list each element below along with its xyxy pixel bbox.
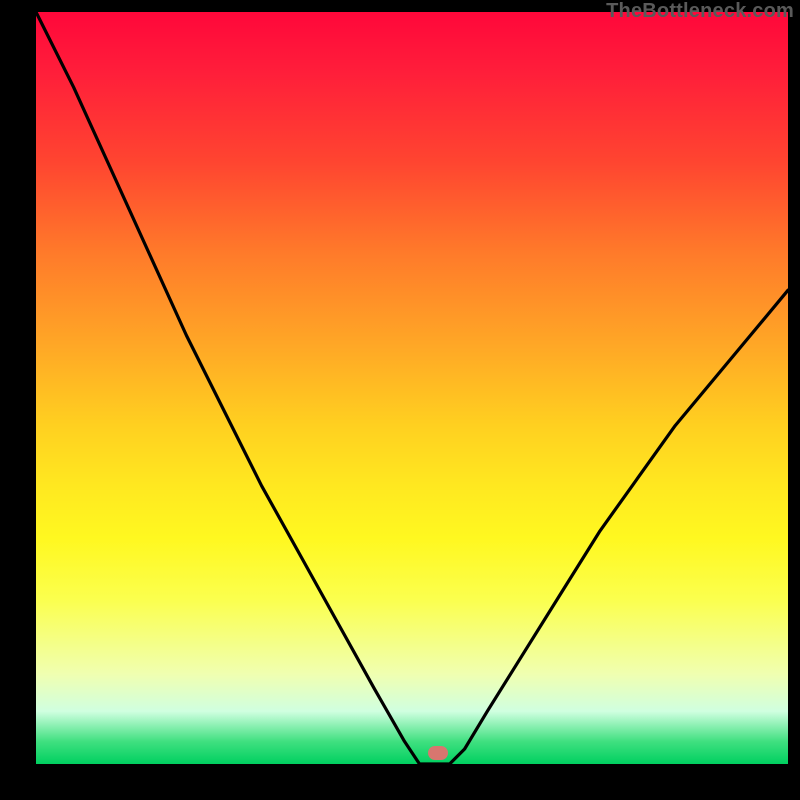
min-marker-icon xyxy=(428,746,448,760)
chart-frame: TheBottleneck.com xyxy=(0,0,800,800)
gradient-plot-area xyxy=(36,12,788,764)
attribution-text: TheBottleneck.com xyxy=(606,0,794,23)
